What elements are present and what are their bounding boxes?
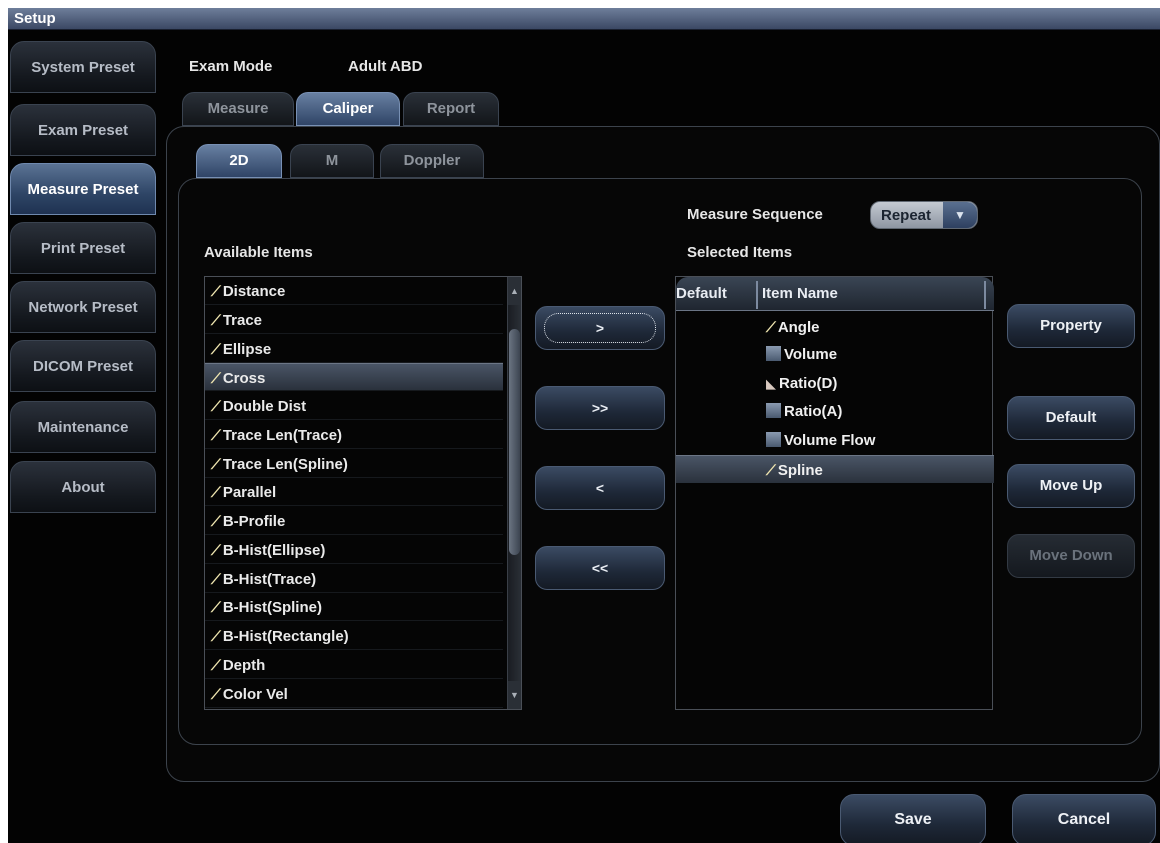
save-button[interactable]: Save [840, 794, 986, 843]
caliper-icon: ⟋ [211, 657, 221, 673]
caliper-icon: ⟋ [211, 341, 221, 357]
sidebar-item-about[interactable]: About [10, 461, 156, 513]
list-item[interactable]: ⟋ Trace Len(Trace) [205, 421, 503, 449]
add-item-button[interactable]: > [535, 306, 665, 350]
caliper-icon: ⟋ [211, 398, 221, 414]
table-row[interactable]: Ratio(A) [676, 398, 994, 426]
table-row[interactable]: Volume [676, 341, 994, 369]
column-header-default[interactable]: Default [676, 277, 727, 311]
caliper-icon: ⟋ [211, 542, 221, 558]
scroll-down-icon[interactable]: ▼ [508, 681, 521, 709]
tab-measure[interactable]: Measure [182, 92, 294, 126]
list-item[interactable]: ⟋ Trace [205, 306, 503, 334]
caliper-icon: ⟋ [211, 283, 221, 299]
list-item[interactable]: ⟋ Trace Len(Spline) [205, 450, 503, 478]
add-all-button[interactable]: >> [535, 386, 665, 430]
list-item[interactable]: ⟋ Distance [205, 277, 503, 305]
available-items-title: Available Items [204, 244, 313, 261]
caliper-icon: ⟋ [211, 427, 221, 443]
property-button[interactable]: Property [1007, 304, 1135, 348]
available-scrollbar[interactable]: ▲ ▼ [507, 277, 521, 709]
tab-caliper[interactable]: Caliper [296, 92, 400, 126]
column-header-item-name[interactable]: Item Name [762, 277, 838, 311]
exam-mode-label: Exam Mode [189, 58, 273, 75]
list-item[interactable]: ⟋ B-Hist(Spline) [205, 593, 503, 621]
measure-sequence-label: Measure Sequence [687, 206, 823, 223]
selected-items-title: Selected Items [687, 244, 793, 261]
list-item[interactable]: ⟋ B-Profile [205, 507, 503, 535]
setup-window: Setup System Preset Exam Preset Measure … [8, 8, 1160, 843]
square-icon [766, 346, 781, 361]
measure-sequence-select[interactable]: Repeat ▼ [870, 201, 978, 229]
ratio-icon: ◣ [766, 376, 776, 391]
caliper-icon: ⟋ [766, 462, 776, 478]
list-item[interactable]: ⟋ Color Vel [205, 680, 503, 708]
move-down-button[interactable]: Move Down [1007, 534, 1135, 578]
tab-m[interactable]: M [290, 144, 374, 178]
caliper-icon: ⟋ [211, 370, 221, 386]
available-items-list[interactable]: ⟋ Distance ⟋ Trace ⟋ Ellipse ⟋ Cross ⟋ Double… [204, 276, 522, 710]
list-item[interactable]: ⟋ B-Hist(Ellipse) [205, 536, 503, 564]
default-button[interactable]: Default [1007, 396, 1135, 440]
scroll-up-icon[interactable]: ▲ [508, 277, 521, 305]
exam-mode-value: Adult ABD [348, 58, 423, 75]
focus-ring [544, 313, 656, 343]
list-item[interactable]: ⟋ Cross [205, 363, 503, 391]
selected-items-header: Default Item Name [676, 277, 994, 311]
caliper-icon: ⟋ [211, 513, 221, 529]
table-row[interactable]: Volume Flow [676, 427, 994, 455]
window-title: Setup [8, 8, 1160, 30]
tab-2d[interactable]: 2D [196, 144, 282, 178]
chevron-down-icon: ▼ [943, 202, 977, 228]
table-row[interactable]: ◣ Ratio(D) [676, 370, 994, 398]
caliper-icon: ⟋ [211, 312, 221, 328]
table-row[interactable]: ⟋ Angle [676, 313, 994, 341]
sidebar-item-system-preset[interactable]: System Preset [10, 41, 156, 93]
caliper-icon: ⟋ [211, 628, 221, 644]
list-item[interactable]: ⟋ B-Hist(Trace) [205, 565, 503, 593]
caliper-icon: ⟋ [211, 599, 221, 615]
table-row[interactable]: ⟋ Spline [676, 455, 994, 483]
column-divider [984, 281, 986, 309]
list-item[interactable]: ⟋ Ellipse [205, 335, 503, 363]
sidebar-item-network-preset[interactable]: Network Preset [10, 281, 156, 333]
list-item[interactable]: ⟋ Double Dist [205, 392, 503, 420]
measure-sequence-value: Repeat [881, 207, 932, 224]
caliper-icon: ⟋ [211, 686, 221, 702]
remove-all-button[interactable]: << [535, 546, 665, 590]
caliper-icon: ⟋ [211, 571, 221, 587]
caliper-icon: ⟋ [211, 484, 221, 500]
sidebar-item-maintenance[interactable]: Maintenance [10, 401, 156, 453]
selected-items-table[interactable]: Default Item Name ⟋ Angle Volume ◣ Ratio(D… [675, 276, 994, 710]
sidebar-item-exam-preset[interactable]: Exam Preset [10, 104, 156, 156]
tab-doppler[interactable]: Doppler [380, 144, 484, 178]
square-icon [766, 403, 781, 418]
scroll-thumb[interactable] [509, 329, 520, 555]
list-item[interactable]: ⟋ B-Hist(Rectangle) [205, 622, 503, 650]
sidebar-item-dicom-preset[interactable]: DICOM Preset [10, 340, 156, 392]
move-up-button[interactable]: Move Up [1007, 464, 1135, 508]
list-item[interactable]: ⟋ Parallel [205, 478, 503, 506]
caliper-icon: ⟋ [766, 319, 776, 335]
tab-report[interactable]: Report [403, 92, 499, 126]
list-item[interactable]: ⟋ Depth [205, 651, 503, 679]
caliper-icon: ⟋ [211, 456, 221, 472]
cancel-button[interactable]: Cancel [1012, 794, 1156, 843]
sidebar-item-measure-preset[interactable]: Measure Preset [10, 163, 156, 215]
remove-item-button[interactable]: < [535, 466, 665, 510]
square-icon [766, 432, 781, 447]
column-divider [756, 281, 758, 309]
sidebar-item-print-preset[interactable]: Print Preset [10, 222, 156, 274]
